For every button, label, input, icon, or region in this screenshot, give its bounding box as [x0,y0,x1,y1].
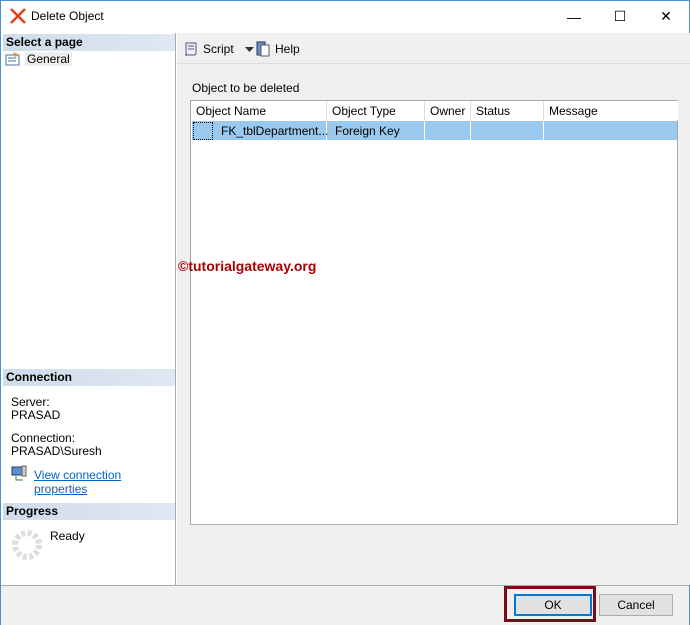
server-value: PRASAD [11,408,61,422]
maximize-button[interactable]: ☐ [597,1,643,32]
cancel-button[interactable]: Cancel [599,594,673,616]
delete-x-icon [10,8,26,24]
column-header-status[interactable]: Status [471,101,544,120]
server-label: Server: [11,395,50,409]
select-page-header: Select a page [3,34,175,51]
close-button[interactable]: ✕ [643,1,689,32]
objects-label: Object to be deleted [192,81,300,95]
window-title: Delete Object [31,9,104,23]
minimize-button[interactable]: — [551,1,597,32]
title-bar: Delete Object — ☐ ✕ [1,1,689,32]
ok-button[interactable]: OK [514,594,592,616]
progress-spinner-icon [12,530,42,560]
connection-value: PRASAD\Suresh [11,444,102,458]
script-label: Script [203,42,234,56]
script-dropdown-icon[interactable] [244,45,256,53]
delete-object-dialog: Delete Object — ☐ ✕ Select a page Genera… [0,0,690,625]
connection-label: Connection: [11,431,76,445]
script-icon [184,42,197,56]
view-connection-properties-link[interactable]: View connection properties [34,468,175,496]
help-icon [256,41,270,57]
toolbar-divider [177,63,690,64]
watermark: ©tutorialgateway.org [178,258,317,274]
column-header-object-name[interactable]: Object Name [191,101,327,120]
table-row[interactable]: FK_tblDepartment... Foreign Key [192,121,677,140]
cell-message [544,121,677,140]
page-item-general[interactable]: General [5,52,72,66]
column-header-owner[interactable]: Owner [425,101,471,120]
connection-properties-icon [11,465,27,481]
general-page-icon [5,52,20,66]
main-panel: Script Help Object to be deleted Object … [177,33,690,585]
cell-status [471,121,544,140]
column-header-object-type[interactable]: Object Type [327,101,425,120]
script-button[interactable]: Script [183,41,256,57]
page-item-label: General [25,52,72,66]
left-panel: Select a page General Connection Server:… [1,33,176,585]
button-bar: OK Cancel [1,585,689,625]
column-header-message[interactable]: Message [544,101,678,120]
row-focus-cell [193,122,213,140]
progress-header: Progress [3,503,175,520]
objects-list[interactable]: Object Name Object Type Owner Status Mes… [190,100,678,525]
cell-owner [425,121,471,140]
connection-header: Connection [3,369,175,386]
progress-status: Ready [50,529,85,543]
help-label: Help [275,42,300,56]
cell-object-type: Foreign Key [327,121,425,140]
help-button[interactable]: Help [255,41,300,57]
cell-object-name: FK_tblDepartment... [215,121,328,140]
